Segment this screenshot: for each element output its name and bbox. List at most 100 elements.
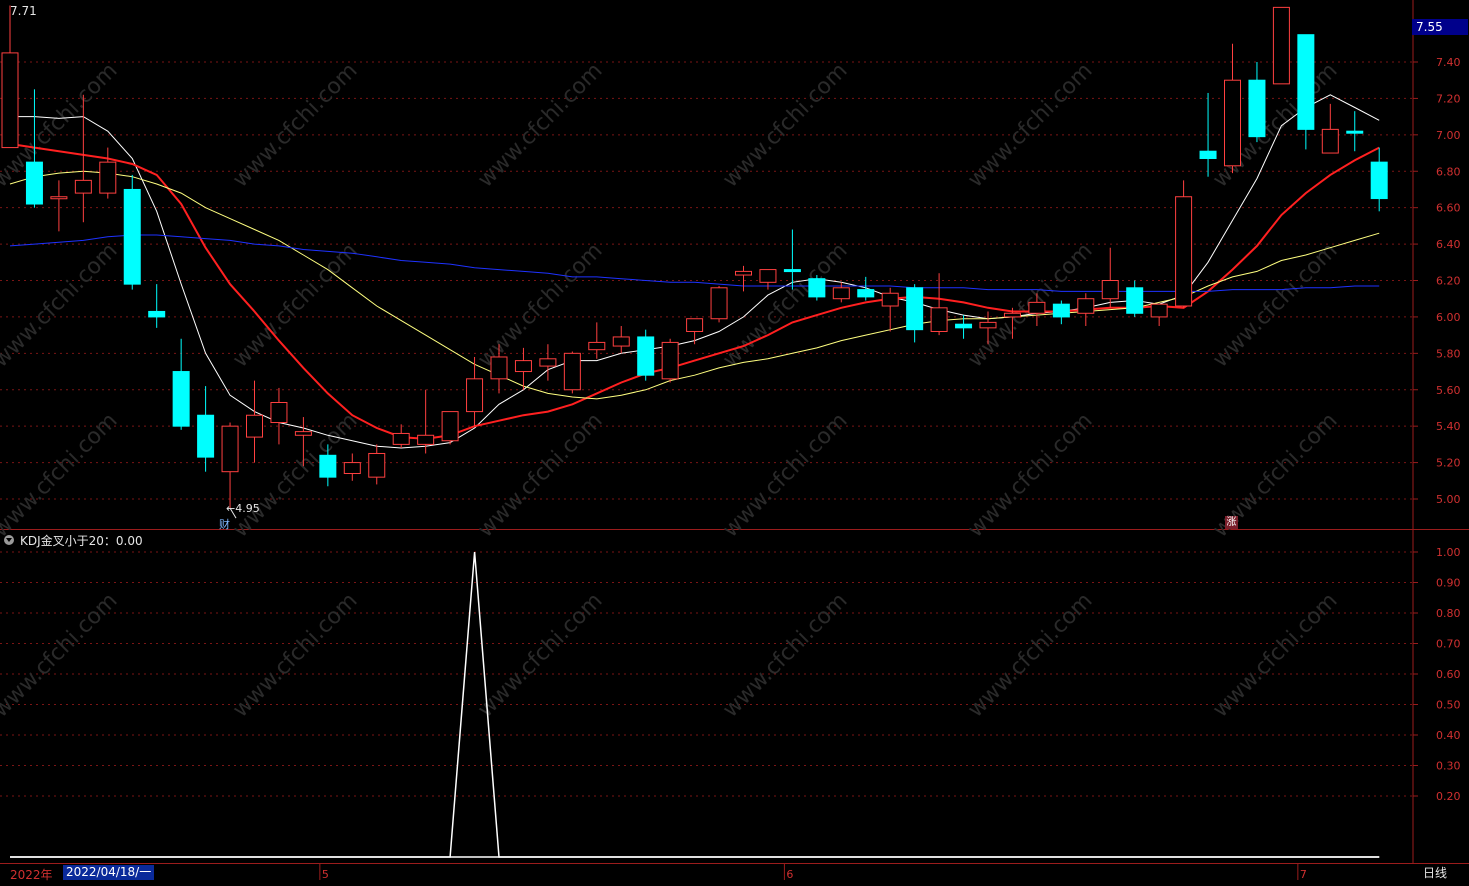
candle-body [735,270,752,276]
watermark-text: www.cfchi.com [473,238,607,372]
candle-body [1175,196,1193,307]
y-tick-label: 7.40 [1436,56,1461,69]
last-price-tag: 7.55 [1412,19,1468,35]
candle-body [1150,303,1168,318]
candle-body [808,278,826,298]
candle-body [123,188,141,285]
indicator-y-tick-label: 0.30 [1436,760,1461,773]
candle-body [1199,150,1217,160]
y-tick-label: 6.00 [1436,311,1461,324]
indicator-title: KDJ金叉小于20：0.00 [20,534,143,548]
y-tick-label: 6.20 [1436,275,1461,288]
indicator-line [10,551,1380,858]
candle-body [172,371,190,427]
candle-body [1077,298,1095,314]
y-tick-label: 5.20 [1436,457,1461,470]
financial-report-marker[interactable]: 财 [219,516,230,532]
watermark-text: www.cfchi.com [718,238,852,372]
y-tick-label: 5.60 [1436,384,1461,397]
watermark-text: www.cfchi.com [228,58,362,192]
limit-up-marker[interactable]: 涨 [1225,516,1238,529]
candle-body [881,292,899,307]
candle-body [661,341,679,380]
candle-body [25,161,43,205]
indicator-toggle-icon[interactable] [4,535,14,545]
watermark-text: www.cfchi.com [718,408,852,542]
watermark-text: www.cfchi.com [963,588,1097,722]
watermark-text: www.cfchi.com [718,58,852,192]
candle-body [1126,287,1144,314]
candle-body [563,352,581,391]
indicator-y-tick-label: 0.80 [1436,607,1461,620]
period-button[interactable]: 日线 [1413,864,1468,882]
candle-body [392,432,410,445]
candle-body [1028,301,1046,314]
indicator-y-tick-label: 1.00 [1436,546,1461,559]
candle-body [490,356,508,380]
candle-body [979,321,997,329]
candle-body [783,269,801,273]
candle-body [417,434,435,445]
ma-line-1 [10,94,1380,449]
y-tick-label: 5.40 [1436,420,1461,433]
candle-body [319,454,337,478]
candle-body [368,452,386,478]
candle-body [1003,312,1021,318]
candle-body [1272,6,1290,85]
y-tick-label: 6.60 [1436,202,1461,215]
candle-body [74,179,92,194]
candle-body [539,358,557,367]
candle-body [50,196,68,200]
watermark-text: www.cfchi.com [1208,588,1342,722]
indicator-y-tick-label: 0.50 [1436,699,1461,712]
y-tick-label: 5.80 [1436,347,1461,360]
candle-body [148,310,166,318]
high-price-label: 7.71 [10,4,37,18]
candle-body [1052,303,1070,318]
year-label: 2022年 [10,868,53,882]
candle-body [514,360,532,373]
candle-body [612,336,630,347]
indicator-y-tick-label: 0.40 [1436,729,1461,742]
candle-body [270,401,288,424]
candle-body [906,287,924,331]
candle-body [221,425,239,473]
y-tick-label: 5.00 [1436,493,1461,506]
candle-body [1101,280,1119,300]
watermark-text: www.cfchi.com [718,588,852,722]
date-cursor-label: 2022/04/18/一 [63,865,155,880]
candle-body [441,411,459,442]
candle-body [466,378,484,413]
candle-body [637,336,655,376]
watermark-text: www.cfchi.com [0,408,123,542]
candle-body [1248,79,1266,138]
indicator-y-tick-label: 0.90 [1436,577,1461,590]
watermark-text: www.cfchi.com [473,58,607,192]
candle-body [1370,161,1388,200]
time-axis-bar [0,864,1469,886]
candle-body [99,161,117,194]
candle-body [197,414,215,458]
y-tick-label: 6.40 [1436,238,1461,251]
watermark-text: www.cfchi.com [228,588,362,722]
candle-body [955,323,973,329]
ma-line-3 [9,170,1380,400]
y-tick-label: 7.20 [1436,92,1461,105]
watermark-text: www.cfchi.com [963,408,1097,542]
candle-body [1,52,19,149]
watermark-text: www.cfchi.com [0,238,123,372]
indicator-y-tick-label: 0.20 [1436,790,1461,803]
low-price-label: ←4.95 [226,502,260,515]
candle-body [686,318,704,332]
kline-chart[interactable]: 7.40 7.20 7.00 6.80 6.60 6.40 6.20 6.00 5.80 5.60… [0,0,1469,886]
candle-body [246,414,263,438]
watermark-text: www.cfchi.com [963,58,1097,192]
y-tick-label: 7.00 [1436,129,1461,142]
candle-body [857,289,875,298]
candle-body [832,287,850,300]
candle-body [343,462,361,475]
candle-body [930,307,948,332]
watermark-text: www.cfchi.com [473,588,607,722]
indicator-y-tick-label: 0.70 [1436,638,1461,651]
watermark-text: www.cfchi.com [0,588,123,722]
